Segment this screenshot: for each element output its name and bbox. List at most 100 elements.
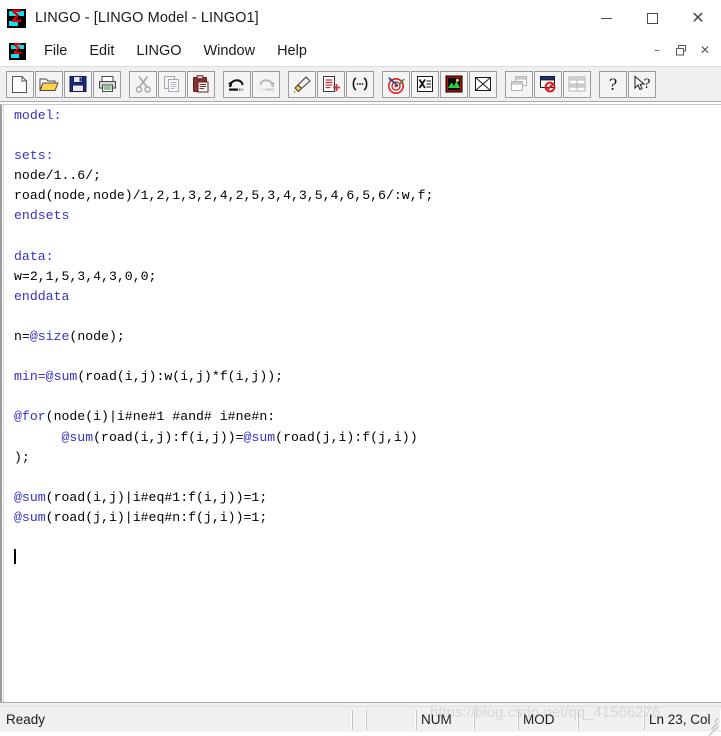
tile-windows-button[interactable] [563,70,591,98]
code-text: n= [14,329,30,345]
arrow-question-help-icon: ? [634,75,650,92]
undo-arrow-icon [228,79,244,91]
copy-pages-icon [164,76,179,92]
menu-item-file[interactable]: File [34,40,77,62]
cascade-windows-button[interactable] [505,70,533,98]
toolbar-group-windows [505,70,592,98]
insert-new-page-button[interactable] [317,70,345,98]
printer-icon [98,76,116,92]
code-text: (road(j,i):f(j,i)) [275,429,418,445]
print-button[interactable] [93,70,121,98]
open-folder-button[interactable] [35,70,63,98]
code-line: sets: [14,146,717,166]
code-keyword: @sum [14,509,46,525]
menu-item-help[interactable]: Help [267,40,317,62]
paste-button[interactable] [187,70,215,98]
code-text: node/1..6/; [14,168,102,184]
code-line: @sum(road(j,i)|i#eq#n:f(j,i))=1; [14,508,717,528]
context-help-button[interactable]: ? [628,70,656,98]
menu-item-edit[interactable]: Edit [79,40,124,62]
mdi-restore-button[interactable] [669,39,693,61]
crossed-box-icon [475,77,491,91]
window-close-all-icon [540,76,556,93]
code-line: model: [14,106,717,126]
open-folder-icon [39,78,59,91]
window-title: LINGO - [LINGO Model - LINGO1] [35,10,259,26]
code-keyword: @sum [61,429,94,445]
code-keyword: min= [14,369,46,385]
new-document-button[interactable] [6,70,34,98]
save-button[interactable] [64,70,92,98]
status-pane-blank-b [366,709,416,730]
picture-button[interactable] [440,70,468,98]
code-line: data: [14,247,717,267]
cut-button[interactable] [129,70,157,98]
toolbar: ? ? [0,66,721,102]
code-text: (road(j,i)|i#eq#n:f(j,i))=1; [45,509,268,525]
code-keyword: @for [14,409,46,425]
code-text: (road(i,j)|i#eq#1:f(i,j))=1; [45,489,268,505]
code-line: n=@size(node); [14,327,717,347]
code-keyword: @size [29,329,70,345]
code-text: (road(i,j):w(i,j)*f(i,j)); [77,369,284,385]
code-keyword: endsets [14,208,70,224]
copy-button[interactable] [158,70,186,98]
code-keyword: sets: [14,148,54,164]
model-code-text[interactable]: model: sets: node/1..6/; road(node,node)/1… [14,106,717,706]
scissors-cut-icon [135,76,151,93]
close-button[interactable]: ✕ [675,0,721,36]
debug-button[interactable] [469,70,497,98]
code-line: w=2,1,5,3,4,3,0,0; [14,267,717,287]
x-document-icon [417,76,433,92]
menu-item-lingo[interactable]: LINGO [126,40,191,62]
code-keyword: @sum [14,489,46,505]
mdi-lingo-sigma-icon[interactable]: Σ [9,40,26,60]
code-line: road(node,node)/1,2,1,3,2,4,2,5,3,4,3,5,… [14,186,717,206]
menu-item-window[interactable]: Window [194,40,266,62]
solve-button[interactable] [382,70,410,98]
lingo-sigma-icon: Σ [7,7,26,28]
toolbar-group-file [6,70,122,98]
code-line: min=@sum(road(i,j):w(i,j)*f(i,j)); [14,367,717,387]
text-caret [14,549,16,565]
status-pane-blank-c [474,709,518,730]
status-mod-indicator: MOD [518,709,578,730]
code-line: @for(node(i)|i#ne#1 #and# i#ne#n: [14,407,717,427]
close-all-windows-button[interactable] [534,70,562,98]
resize-grip[interactable] [704,715,719,736]
restore-icon [675,44,686,55]
mdi-close-button[interactable]: ✕ [693,39,717,61]
code-line: @sum(road(i,j)|i#eq#1:f(i,j))=1; [14,488,717,508]
menu-bar: Σ File Edit LINGO Window Help – ✕ [0,36,721,66]
maximize-icon [646,12,658,24]
help-button[interactable]: ? [599,70,627,98]
redo-button[interactable] [252,70,280,98]
mdi-minimize-button[interactable]: – [645,39,669,61]
floppy-disk-save-icon [69,76,87,92]
clipboard-paste-icon [193,75,209,93]
model-picture-icon [445,75,463,93]
code-line: node/1..6/; [14,166,717,186]
status-bar: Ready NUM MOD Ln 23, Col [0,706,721,736]
new-document-icon [12,75,27,93]
solution-report-button[interactable] [411,70,439,98]
code-keyword: model: [14,108,62,123]
red-bullseye-target-icon [388,76,405,94]
code-text: (node); [69,329,125,345]
code-text: road(node,node)/1,2,1,3,2,4,2,5,3,4,3,5,… [14,188,434,204]
maximize-button[interactable] [629,0,675,36]
code-keyword: @sum [243,429,276,445]
code-text: (node(i)|i#ne#1 #and# i#ne#n: [45,409,276,425]
match-parenthesis-button[interactable] [346,70,374,98]
document-plus-icon [323,76,340,92]
code-line: ); [14,448,717,468]
minimize-button[interactable] [583,0,629,36]
toolbar-group-clipboard [129,70,216,98]
undo-button[interactable] [223,70,251,98]
code-keyword: enddata [14,288,70,304]
find-button[interactable] [288,70,316,98]
svg-text:?: ? [609,75,618,93]
